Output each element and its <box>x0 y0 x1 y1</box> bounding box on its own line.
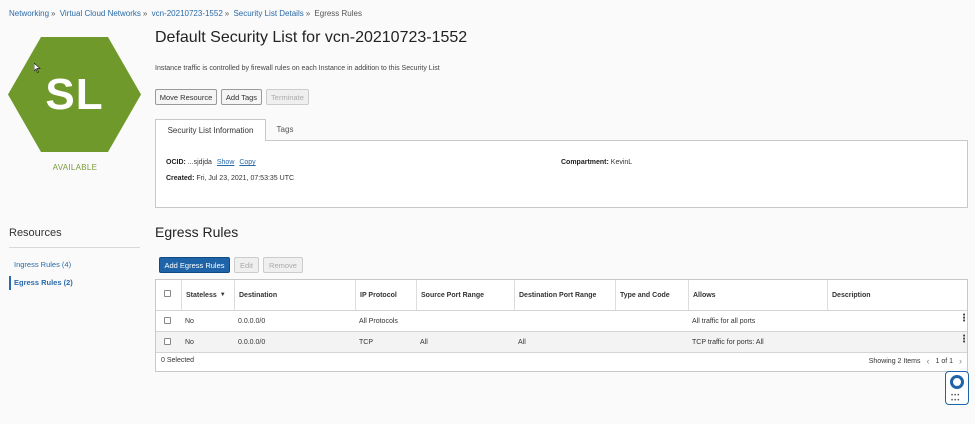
add-egress-rules-button[interactable]: Add Egress Rules <box>159 257 230 273</box>
column-header-allows: Allows <box>688 280 827 310</box>
ocid-row: OCID: ...sjdjda Show Copy <box>166 159 256 166</box>
add-tags-button[interactable]: Add Tags <box>221 89 262 105</box>
cell-stateless: No <box>185 338 194 346</box>
cell-allows: All traffic for all ports <box>692 317 756 325</box>
row-checkbox[interactable] <box>164 338 171 345</box>
next-page-icon[interactable]: › <box>959 356 962 366</box>
pagination: Showing 2 Items ‹ 1 of 1 › <box>869 356 962 366</box>
breadcrumb-security-list[interactable]: Security List Details <box>233 9 303 18</box>
resources-heading: Resources <box>9 227 62 239</box>
ocid-show-link[interactable]: Show <box>217 159 235 166</box>
ocid-value: ...sjdjda <box>187 159 212 166</box>
ocid-copy-link[interactable]: Copy <box>239 159 255 166</box>
cell-ip-protocol: TCP <box>359 338 373 346</box>
security-list-info-panel: OCID: ...sjdjda Show Copy Created: Fri, … <box>155 140 968 208</box>
page-subtitle: Instance traffic is controlled by firewa… <box>155 65 440 72</box>
compartment-value: KevinL <box>610 159 633 166</box>
previous-page-icon[interactable]: ‹ <box>926 356 929 366</box>
column-header-destination-port-range: Destination Port Range <box>514 280 615 310</box>
cell-destination-port: All <box>518 338 526 346</box>
selected-count: 0 Selected <box>161 357 195 364</box>
row-actions-kebab-icon[interactable]: ⋮ <box>959 335 969 345</box>
mouse-cursor-icon <box>34 63 41 73</box>
row-checkbox[interactable] <box>164 317 171 324</box>
table-row: No 0.0.0.0/0 TCP All All TCP traffic for… <box>156 332 969 352</box>
egress-rules-table: Stateless ▼ Destination IP Protocol Sour… <box>155 279 969 372</box>
cell-destination: 0.0.0.0/0 <box>238 317 266 325</box>
sidebar-item-egress-rules[interactable]: Egress Rules (2) <box>9 276 73 290</box>
egress-rules-heading: Egress Rules <box>155 224 239 240</box>
status-badge: AVAILABLE <box>52 163 98 172</box>
select-all-cell <box>156 280 181 310</box>
sidebar-item-ingress-rules[interactable]: Ingress Rules (4) <box>9 260 71 269</box>
breadcrumb-current: Egress Rules <box>314 9 362 18</box>
tab-tags[interactable]: Tags <box>266 119 304 140</box>
footer-divider <box>156 352 967 353</box>
column-header-type-and-code: Type and Code <box>615 280 688 310</box>
select-all-checkbox[interactable] <box>164 290 171 297</box>
resources-divider <box>9 247 140 248</box>
remove-button[interactable]: Remove <box>263 257 303 273</box>
column-header-stateless[interactable]: Stateless ▼ <box>181 280 234 310</box>
cell-source-port: All <box>420 338 428 346</box>
move-resource-button[interactable]: Move Resource <box>155 89 217 105</box>
security-list-hexagon-icon: SL <box>8 37 141 152</box>
cell-allows: TCP traffic for ports: All <box>692 338 764 346</box>
tab-security-list-information[interactable]: Security List Information <box>155 119 266 141</box>
column-header-ip-protocol: IP Protocol <box>355 280 416 310</box>
grid-dots-icon: ••• ••• <box>951 393 961 404</box>
table-row: No 0.0.0.0/0 All Protocols All traffic f… <box>156 311 969 331</box>
sort-down-icon: ▼ <box>219 291 226 298</box>
cell-stateless: No <box>185 317 194 325</box>
showing-count: Showing 2 Items <box>868 357 921 365</box>
row-actions-kebab-icon[interactable]: ⋮ <box>959 314 969 324</box>
breadcrumb-vcns[interactable]: Virtual Cloud Networks <box>60 9 141 18</box>
column-header-destination: Destination <box>234 280 355 310</box>
column-header-source-port-range: Source Port Range <box>416 280 514 310</box>
cell-destination: 0.0.0.0/0 <box>238 338 266 346</box>
column-header-description: Description <box>827 280 967 310</box>
breadcrumb-vcn[interactable]: vcn-20210723-1552 <box>152 9 223 18</box>
created-row: Created: Fri, Jul 23, 2021, 07:53:35 UTC <box>166 175 295 182</box>
breadcrumb-networking[interactable]: Networking <box>9 9 49 18</box>
resource-initials: SL <box>45 69 104 119</box>
page-indicator: 1 of 1 <box>935 357 953 365</box>
terminate-button[interactable]: Terminate <box>266 89 309 105</box>
compartment-row: Compartment: KevinL <box>561 159 633 166</box>
page-title: Default Security List for vcn-20210723-1… <box>155 29 468 46</box>
edit-button[interactable]: Edit <box>234 257 259 273</box>
breadcrumb: Networking» Virtual Cloud Networks» vcn-… <box>9 9 362 18</box>
created-value: Fri, Jul 23, 2021, 07:53:35 UTC <box>196 175 295 182</box>
cell-ip-protocol: All Protocols <box>359 317 398 325</box>
help-lifebuoy-icon[interactable]: ••• ••• <box>945 371 969 405</box>
